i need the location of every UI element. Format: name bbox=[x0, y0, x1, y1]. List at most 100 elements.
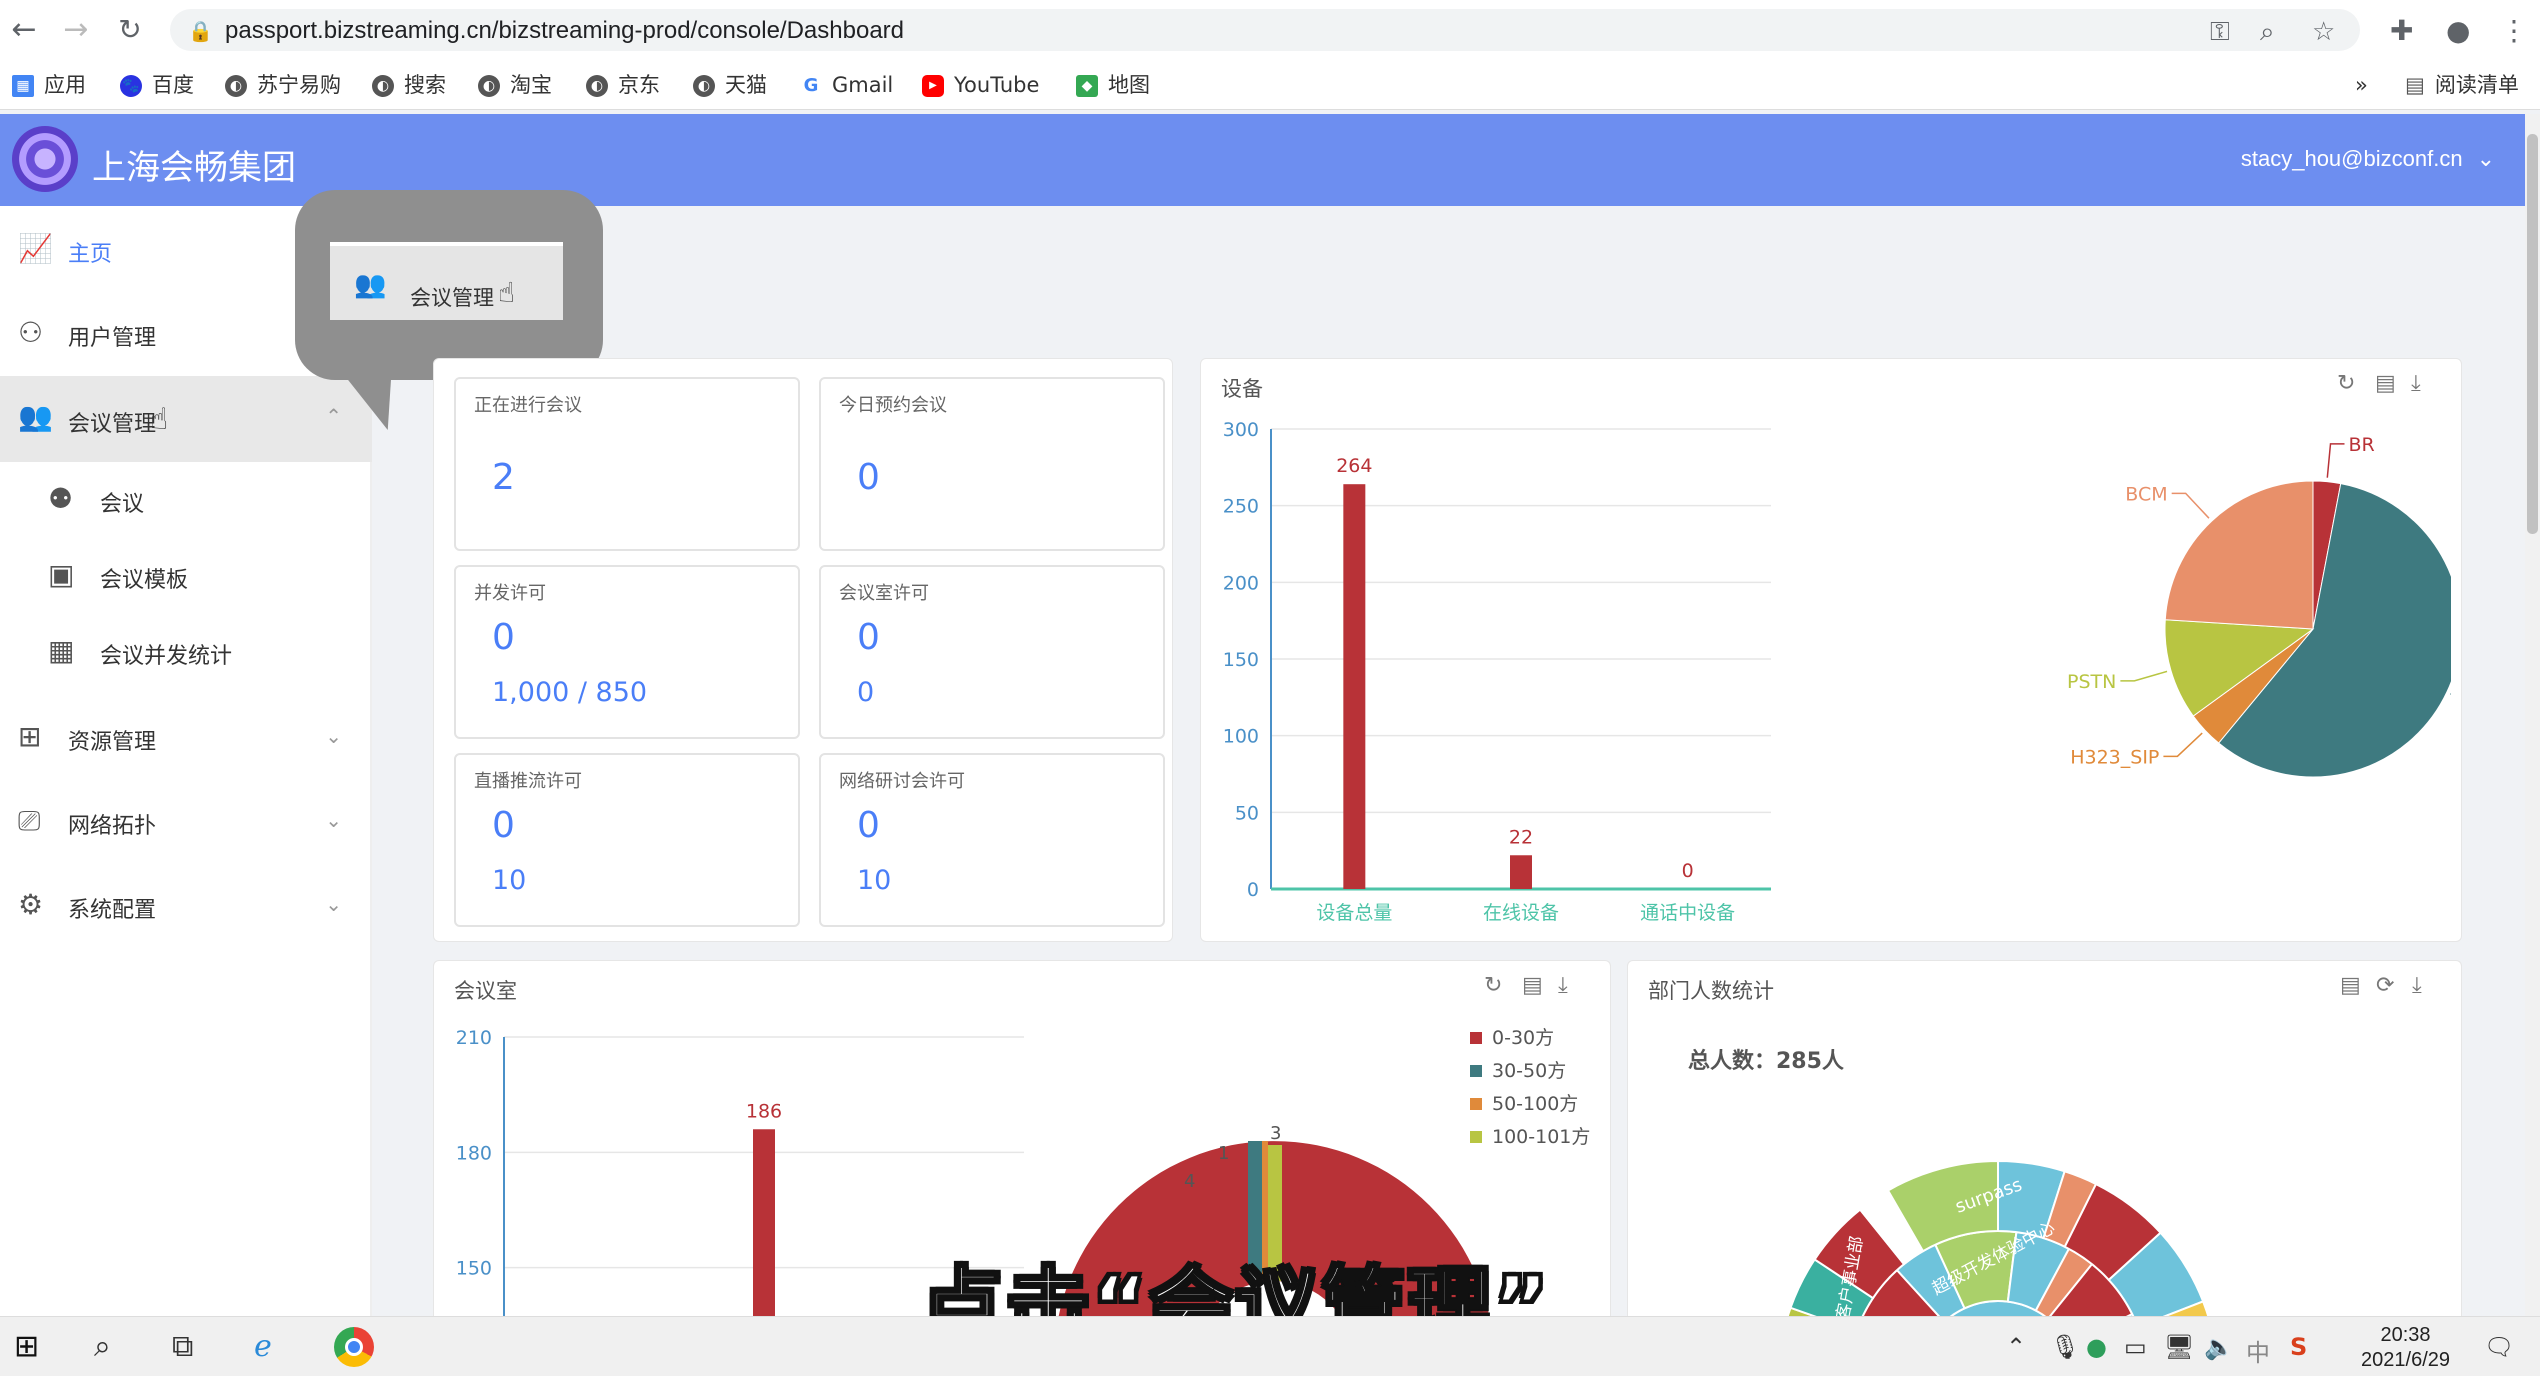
bookmark-gmail[interactable]: G Gmail bbox=[800, 70, 893, 100]
zoom-icon[interactable]: ⌕ bbox=[2260, 17, 2275, 48]
stat-webinar-license[interactable]: 网络研讨会许可 0 10 bbox=[819, 753, 1165, 927]
ie-icon[interactable]: ℯ bbox=[254, 1329, 272, 1364]
pie-label: PSTN bbox=[2067, 671, 2116, 693]
bookmark-tmall[interactable]: ◐ 天猫 bbox=[693, 70, 767, 100]
menu-icon[interactable]: ⋮ bbox=[2500, 14, 2528, 47]
address-bar[interactable]: 🔒 passport.bizstreaming.cn/bizstreaming-… bbox=[170, 9, 2360, 51]
task-view-icon[interactable]: ⧉ bbox=[172, 1329, 193, 1364]
refresh-icon[interactable]: ↻ bbox=[2337, 371, 2355, 396]
mouse-cursor: ☝ bbox=[498, 276, 516, 309]
sogou-icon[interactable]: S bbox=[2290, 1333, 2307, 1361]
microphone-icon[interactable]: 🎙 bbox=[2050, 1333, 2080, 1361]
meeting-icon: ⚉ bbox=[48, 482, 74, 515]
url-text[interactable]: passport.bizstreaming.cn/bizstreaming-pr… bbox=[225, 17, 904, 45]
group-icon: 👥 bbox=[354, 270, 387, 300]
bar bbox=[1510, 855, 1532, 889]
stat-today-meetings[interactable]: 今日预约会议 0 bbox=[819, 377, 1165, 551]
windows-start-icon[interactable]: ⊞ bbox=[14, 1329, 39, 1364]
user-icon: ⚇ bbox=[18, 316, 44, 349]
pie-label: 4 bbox=[1184, 1171, 1195, 1192]
refresh-icon[interactable]: ↻ bbox=[1484, 973, 1502, 998]
legend-swatch bbox=[1470, 1032, 1482, 1044]
forward-icon[interactable]: → bbox=[58, 12, 94, 48]
clock[interactable]: 20:38 2021/6/29 bbox=[2361, 1323, 2450, 1373]
data-view-icon[interactable]: ▤ bbox=[2340, 973, 2361, 998]
chevron-down-icon: ⌄ bbox=[325, 892, 342, 916]
back-icon[interactable]: ← bbox=[6, 12, 42, 48]
x-tick-label: 通话中设备 bbox=[1640, 902, 1735, 924]
reload-icon[interactable]: ↻ bbox=[112, 12, 148, 48]
bookmarks-bar: ▦ 应用 🐾 百度 ◐ 苏宁易购 ◐ 搜索 ◐ 淘宝 ◐ 京东 ◐ 天猫 G Gmail ▶ Yo… bbox=[0, 60, 2540, 110]
star-icon[interactable]: ☆ bbox=[2312, 17, 2335, 47]
group-icon: 👥 bbox=[18, 400, 53, 433]
device-pie-chart: BRBCDH323_SIPPSTNBCM bbox=[2067, 434, 2451, 778]
y-tick-label: 180 bbox=[456, 1142, 492, 1164]
pie-label: 1 bbox=[1218, 1143, 1229, 1164]
notification-icon[interactable]: 🗨 bbox=[2484, 1333, 2514, 1361]
download-icon[interactable]: ⤓ bbox=[1558, 973, 1568, 998]
taskbar: ⊞ ⌕ ⧉ ℯ ⌃ 🎙 ● ▭ 🖥 🔈 中 S 20:38 2021/6/29 … bbox=[0, 1316, 2540, 1376]
bookmark-jd[interactable]: ◐ 京东 bbox=[586, 70, 660, 100]
device-bar-chart: 0 50 100 150 200 250 300 264 设备总量 22 在线设备 0 通话中设备 bbox=[1223, 419, 1771, 924]
pie-slice bbox=[2164, 480, 2314, 630]
sidebar-item-meeting[interactable]: ⚉ 会议 bbox=[0, 460, 372, 540]
reading-list[interactable]: ▤ 阅读清单 bbox=[2405, 70, 2519, 100]
legend-label: 50-100方 bbox=[1492, 1093, 1579, 1115]
bar bbox=[753, 1129, 775, 1321]
legend-item[interactable]: 0-30方 bbox=[1470, 1023, 1590, 1056]
stat-concurrent-license[interactable]: 并发许可 0 1,000 / 850 bbox=[454, 565, 800, 739]
chrome-icon[interactable] bbox=[334, 1327, 374, 1367]
bookmark-apps[interactable]: ▦ 应用 bbox=[12, 70, 86, 100]
extensions-icon[interactable]: ✚ bbox=[2390, 14, 2413, 47]
bookmark-search[interactable]: ◐ 搜索 bbox=[372, 70, 446, 100]
tray-chevron-icon[interactable]: ⌃ bbox=[2006, 1333, 2026, 1361]
pie-leader-line bbox=[2120, 670, 2168, 682]
pie-leader-line bbox=[2163, 732, 2203, 758]
search-icon[interactable]: ⌕ bbox=[94, 1329, 111, 1364]
sidebar-item-meeting-template[interactable]: ▣ 会议模板 bbox=[0, 536, 372, 616]
bookmark-maps[interactable]: ◆ 地图 bbox=[1076, 70, 1150, 100]
legend-swatch bbox=[1470, 1098, 1482, 1110]
network-icon[interactable]: 🖥 bbox=[2164, 1333, 2194, 1361]
download-icon[interactable]: ⤓ bbox=[2412, 973, 2422, 998]
user-menu[interactable]: stacy_hou@bizconf.cn ⌄ bbox=[2241, 146, 2495, 172]
stat-room-license[interactable]: 会议室许可 0 0 bbox=[819, 565, 1165, 739]
globe-icon: ◐ bbox=[478, 75, 500, 97]
sidebar-item-system-config[interactable]: ⚙ 系统配置 ⌄ bbox=[0, 866, 372, 946]
download-icon[interactable]: ⤓ bbox=[2411, 371, 2421, 396]
bookmarks-more[interactable]: » bbox=[2355, 70, 2368, 100]
wechat-icon[interactable]: ● bbox=[2086, 1333, 2107, 1361]
dept-sunburst-chart: surpass超级开发体验中心客户事业部 bbox=[1785, 1159, 2211, 1321]
bookmark-taobao[interactable]: ◐ 淘宝 bbox=[478, 70, 552, 100]
popup-item-meeting-management[interactable]: 👥 会议管理 ☝ bbox=[330, 242, 563, 320]
bookmark-baidu[interactable]: 🐾 百度 bbox=[120, 70, 194, 100]
sidebar-item-meeting-management[interactable]: 👥 会议管理 ⌃ bbox=[0, 376, 372, 462]
page-scrollbar[interactable] bbox=[2525, 114, 2540, 1316]
battery-icon[interactable]: ▭ bbox=[2124, 1333, 2147, 1361]
sidebar-item-network-topology[interactable]: ⎚ 网络拓扑 ⌄ bbox=[0, 782, 372, 862]
apps-grid-icon: ▦ bbox=[12, 75, 34, 97]
data-view-icon[interactable]: ▤ bbox=[2375, 371, 2396, 396]
y-tick-label: 200 bbox=[1223, 572, 1259, 594]
dept-card: 部门人数统计 ▤ ⟳ ⤓ 总人数：285人 surpass 超级开发体验中心 客户事… bbox=[1627, 960, 2462, 1321]
pie-label: BR bbox=[2349, 434, 2375, 456]
profile-icon[interactable]: ● bbox=[2446, 14, 2470, 47]
scrollbar-thumb[interactable] bbox=[2527, 134, 2538, 534]
legend-label: 30-50方 bbox=[1492, 1060, 1567, 1082]
y-tick-label: 0 bbox=[1247, 879, 1259, 901]
stat-ongoing-meetings[interactable]: 正在进行会议 2 bbox=[454, 377, 800, 551]
bookmark-youtube[interactable]: ▶ YouTube bbox=[922, 70, 1039, 100]
ime-icon[interactable]: 中 bbox=[2246, 1333, 2270, 1368]
key-icon[interactable]: ⚿ bbox=[2210, 17, 2230, 48]
sidebar-item-resources[interactable]: ⊞ 资源管理 ⌄ bbox=[0, 698, 372, 778]
y-tick-label: 210 bbox=[456, 1027, 492, 1049]
volume-icon[interactable]: 🔈 bbox=[2204, 1333, 2234, 1361]
legend-item[interactable]: 30-50方 bbox=[1470, 1056, 1590, 1089]
mouse-cursor: ☝ bbox=[150, 402, 169, 437]
lock-icon: 🔒 bbox=[188, 19, 213, 43]
bookmark-suning[interactable]: ◐ 苏宁易购 bbox=[225, 70, 341, 100]
refresh-icon[interactable]: ⟳ bbox=[2376, 973, 2394, 998]
stat-live-license[interactable]: 直播推流许可 0 10 bbox=[454, 753, 800, 927]
data-view-icon[interactable]: ▤ bbox=[1522, 973, 1543, 998]
sidebar-item-concurrency-stats[interactable]: ▦ 会议并发统计 bbox=[0, 612, 372, 692]
